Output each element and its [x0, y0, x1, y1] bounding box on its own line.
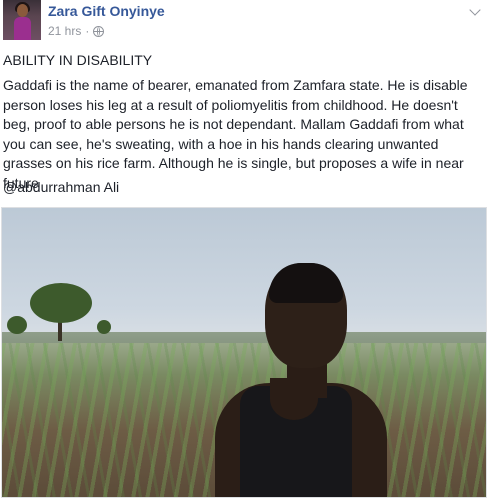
post-meta: 21 hrs ·: [48, 24, 105, 38]
mention-link[interactable]: @abdurrahman Ali: [3, 179, 119, 195]
post-body: Gaddafi is the name of bearer, emanated …: [3, 77, 468, 191]
tree: [97, 320, 111, 334]
globe-icon[interactable]: [93, 25, 105, 37]
author-avatar[interactable]: [3, 0, 41, 40]
post-title: ABILITY IN DISABILITY: [3, 52, 153, 68]
author-name-link[interactable]: Zara Gift Onyinye: [48, 3, 165, 19]
meta-separator: ·: [85, 24, 90, 38]
tree: [7, 316, 27, 334]
chevron-down-icon[interactable]: [469, 4, 481, 16]
tree: [30, 283, 92, 323]
post-photo[interactable]: [1, 207, 487, 498]
post-header: Zara Gift Onyinye 21 hrs ·: [0, 0, 489, 46]
post-timestamp[interactable]: 21 hrs: [48, 24, 81, 38]
person-hair: [269, 263, 343, 303]
